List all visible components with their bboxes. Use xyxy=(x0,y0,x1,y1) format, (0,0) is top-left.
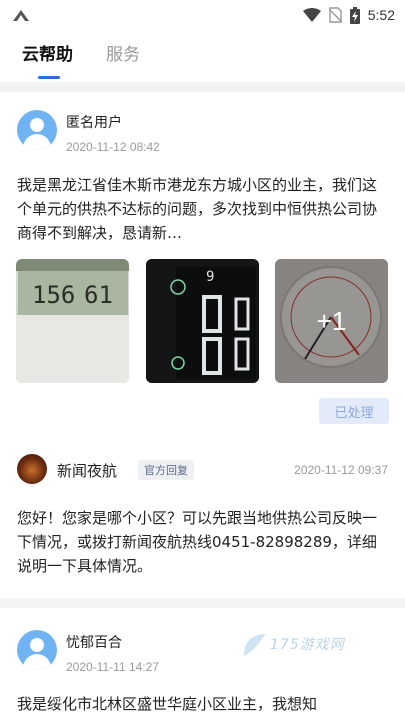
post-time: 2020-11-11 14:27 xyxy=(66,660,159,674)
post-author[interactable]: 忧郁百合 xyxy=(66,632,122,652)
post-content[interactable]: 我是绥化市北林区盛世华庭小区业主，我想知 xyxy=(17,692,377,716)
more-images-count[interactable]: +1 xyxy=(275,259,388,383)
image-air-purifier-display[interactable]: AIR PURI 9 xyxy=(146,259,259,383)
tab-services[interactable]: 服务 xyxy=(106,40,140,65)
image-hygrometer-dial[interactable]: +1 xyxy=(275,259,388,383)
official-reply-tag: 官方回复 xyxy=(138,460,194,480)
avatar[interactable] xyxy=(17,110,57,150)
avatar[interactable] xyxy=(17,630,57,670)
status-bar: 5:52 xyxy=(0,0,405,30)
active-tab-indicator xyxy=(38,76,60,79)
section-divider xyxy=(0,598,405,608)
reply-author[interactable]: 新闻夜航 xyxy=(57,460,117,481)
app-notification-icon xyxy=(13,10,29,21)
watermark-logo-icon xyxy=(244,634,266,656)
clock: 5:52 xyxy=(367,7,395,23)
wifi-icon xyxy=(302,8,321,22)
no-sim-icon xyxy=(328,7,342,23)
status-badge: 已处理 xyxy=(319,398,389,424)
section-divider xyxy=(0,82,405,92)
post-time: 2020-11-12 08:42 xyxy=(66,140,160,154)
post-author[interactable]: 匿名用户 xyxy=(66,112,122,132)
post-content[interactable]: 我是黑龙江省佳木斯市港龙东方城小区的业主，我们这个单元的供热不达标的问题，多次找… xyxy=(17,173,377,245)
svg-text:156: 156 xyxy=(32,281,75,309)
reply-time: 2020-11-12 09:37 xyxy=(294,463,388,477)
svg-text:61: 61 xyxy=(84,281,113,309)
tab-cloud-help[interactable]: 云帮助 xyxy=(22,40,73,65)
battery-icon xyxy=(349,6,360,24)
post-images: 156 61 AIR PURI 9 xyxy=(16,259,390,383)
reply-content[interactable]: 您好！您家是哪个小区？可以先跟当地供热公司反映一下情况，或拨打新闻夜航热线045… xyxy=(17,506,389,578)
top-tabs: 云帮助 服务 xyxy=(0,30,405,80)
watermark: 175游戏网 xyxy=(240,630,356,660)
image-thermometer-display[interactable]: 156 61 xyxy=(16,259,129,383)
svg-text:9: 9 xyxy=(206,269,214,285)
reply-avatar[interactable] xyxy=(17,454,47,484)
